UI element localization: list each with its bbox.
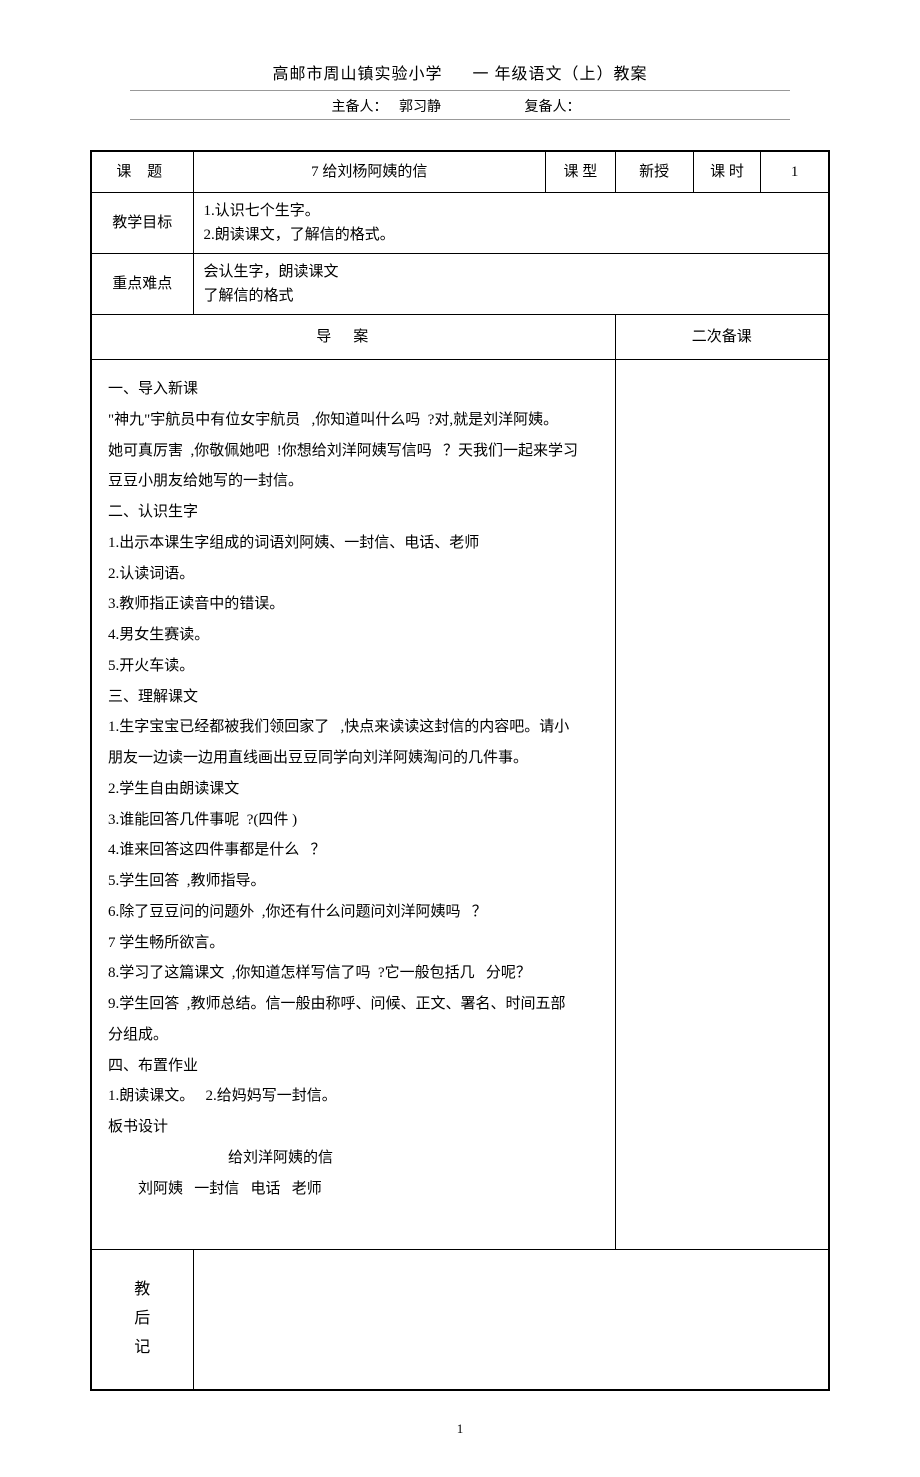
lesson-plan-table: 课 题 7 给刘杨阿姨的信 课 型 新授 课 时 1 教学目标 1.认识七个生字… xyxy=(90,150,830,1391)
daoan-row: 导案 二次备课 xyxy=(92,315,829,360)
body-line: 二、认识生字 xyxy=(108,497,599,528)
keypoint-line2: 了解信的格式 xyxy=(204,284,819,308)
copreparer-label: 复备人： xyxy=(525,100,581,115)
lesson-title: 7 给刘杨阿姨的信 xyxy=(193,152,546,193)
body-line: 三、理解课文 xyxy=(108,682,599,713)
body-line: 8.学习了这篇课文 ,你知道怎样写信了吗 ?它一般包括几 分呢？ xyxy=(108,958,599,989)
divider xyxy=(130,119,790,120)
body-line: 4.男女生赛读。 xyxy=(108,620,599,651)
keypoint-label: 重点难点 xyxy=(92,254,194,315)
body-line: 她可真厉害 ,你敬佩她吧 !你想给刘洋阿姨写信吗 ？天我们一起来学习 xyxy=(108,436,599,467)
reflection-char3: 记 xyxy=(102,1334,183,1363)
doc-header: 高邮市周山镇实验小学 一 年级语文（上）教案 xyxy=(90,60,830,84)
goal-row: 教学目标 1.认识七个生字。 2.朗读课文，了解信的格式。 xyxy=(92,193,829,254)
body-line: 5.学生回答 ,教师指导。 xyxy=(108,866,599,897)
body-line: 豆豆小朋友给她写的一封信。 xyxy=(108,466,599,497)
erci-content xyxy=(615,360,828,1250)
body-line: 4.谁来回答这四件事都是什么 ？ xyxy=(108,835,599,866)
body-line: 6.除了豆豆问的问题外 ,你还有什么问题问刘洋阿姨吗 ？ xyxy=(108,897,599,928)
reflection-char2: 后 xyxy=(102,1305,183,1334)
keypoint-line1: 会认生字，朗读课文 xyxy=(204,260,819,284)
reflection-content xyxy=(193,1250,829,1390)
lesson-body: 一、导入新课 "神九"宇航员中有位女宇航员 ,你知道叫什么吗 ?对,就是刘洋阿姨… xyxy=(92,360,616,1250)
title-label: 课 题 xyxy=(92,152,194,193)
body-line: 3.教师指正读音中的错误。 xyxy=(108,589,599,620)
body-line: 1.出示本课生字组成的词语刘阿姨、一封信、电话、老师 xyxy=(108,528,599,559)
reflection-char1: 教 xyxy=(102,1276,183,1305)
reflection-label: 教 后 记 xyxy=(92,1250,194,1390)
body-line: 2.学生自由朗读课文 xyxy=(108,774,599,805)
body-line: 5.开火车读。 xyxy=(108,651,599,682)
body-line: 9.学生回答 ,教师总结。信一般由称呼、问候、正文、署名、时间五部 xyxy=(108,989,599,1020)
body-line: 2.认读词语。 xyxy=(108,559,599,590)
preparer-label: 主备人： xyxy=(332,100,388,115)
board-words: 刘阿姨 一封信 电话 老师 xyxy=(108,1174,599,1205)
daoan-label: 导案 xyxy=(92,315,616,360)
page-number: 1 xyxy=(90,1421,830,1437)
body-line: 朋友一边读一边用直线画出豆豆同学向刘洋阿姨淘问的几件事。 xyxy=(108,743,599,774)
body-line: 1.朗读课文。 2.给妈妈写一封信。 xyxy=(108,1081,599,1112)
goal-label: 教学目标 xyxy=(92,193,194,254)
body-line: 一、导入新课 xyxy=(108,374,599,405)
title-row: 课 题 7 给刘杨阿姨的信 课 型 新授 课 时 1 xyxy=(92,152,829,193)
body-line: 板书设计 xyxy=(108,1112,599,1143)
body-line: "神九"宇航员中有位女宇航员 ,你知道叫什么吗 ?对,就是刘洋阿姨。 xyxy=(108,405,599,436)
course-name: 一 年级语文（上）教案 xyxy=(473,66,648,83)
board-title: 给刘洋阿姨的信 xyxy=(108,1143,599,1174)
body-line: 3.谁能回答几件事呢 ?(四件 ) xyxy=(108,805,599,836)
type-label: 课 型 xyxy=(546,152,615,193)
body-line: 7 学生畅所欲言。 xyxy=(108,928,599,959)
authors-line: 主备人： 郭习静 复备人： xyxy=(90,96,830,116)
school-name: 高邮市周山镇实验小学 xyxy=(272,66,442,83)
period-label: 课 时 xyxy=(693,152,761,193)
goal-line2: 2.朗读课文，了解信的格式。 xyxy=(204,223,819,247)
body-line: 四、布置作业 xyxy=(108,1051,599,1082)
preparer-name: 郭习静 xyxy=(399,100,441,115)
goal-content: 1.认识七个生字。 2.朗读课文，了解信的格式。 xyxy=(193,193,829,254)
erci-label: 二次备课 xyxy=(615,315,828,360)
period-value: 1 xyxy=(761,152,829,193)
keypoint-content: 会认生字，朗读课文 了解信的格式 xyxy=(193,254,829,315)
body-row: 一、导入新课 "神九"宇航员中有位女宇航员 ,你知道叫什么吗 ?对,就是刘洋阿姨… xyxy=(92,360,829,1250)
keypoint-row: 重点难点 会认生字，朗读课文 了解信的格式 xyxy=(92,254,829,315)
body-line: 1.生字宝宝已经都被我们领回家了 ,快点来读读这封信的内容吧。请小 xyxy=(108,712,599,743)
reflection-row: 教 后 记 xyxy=(92,1250,829,1390)
body-line: 分组成。 xyxy=(108,1020,599,1051)
goal-line1: 1.认识七个生字。 xyxy=(204,199,819,223)
type-value: 新授 xyxy=(615,152,693,193)
divider xyxy=(130,90,790,91)
